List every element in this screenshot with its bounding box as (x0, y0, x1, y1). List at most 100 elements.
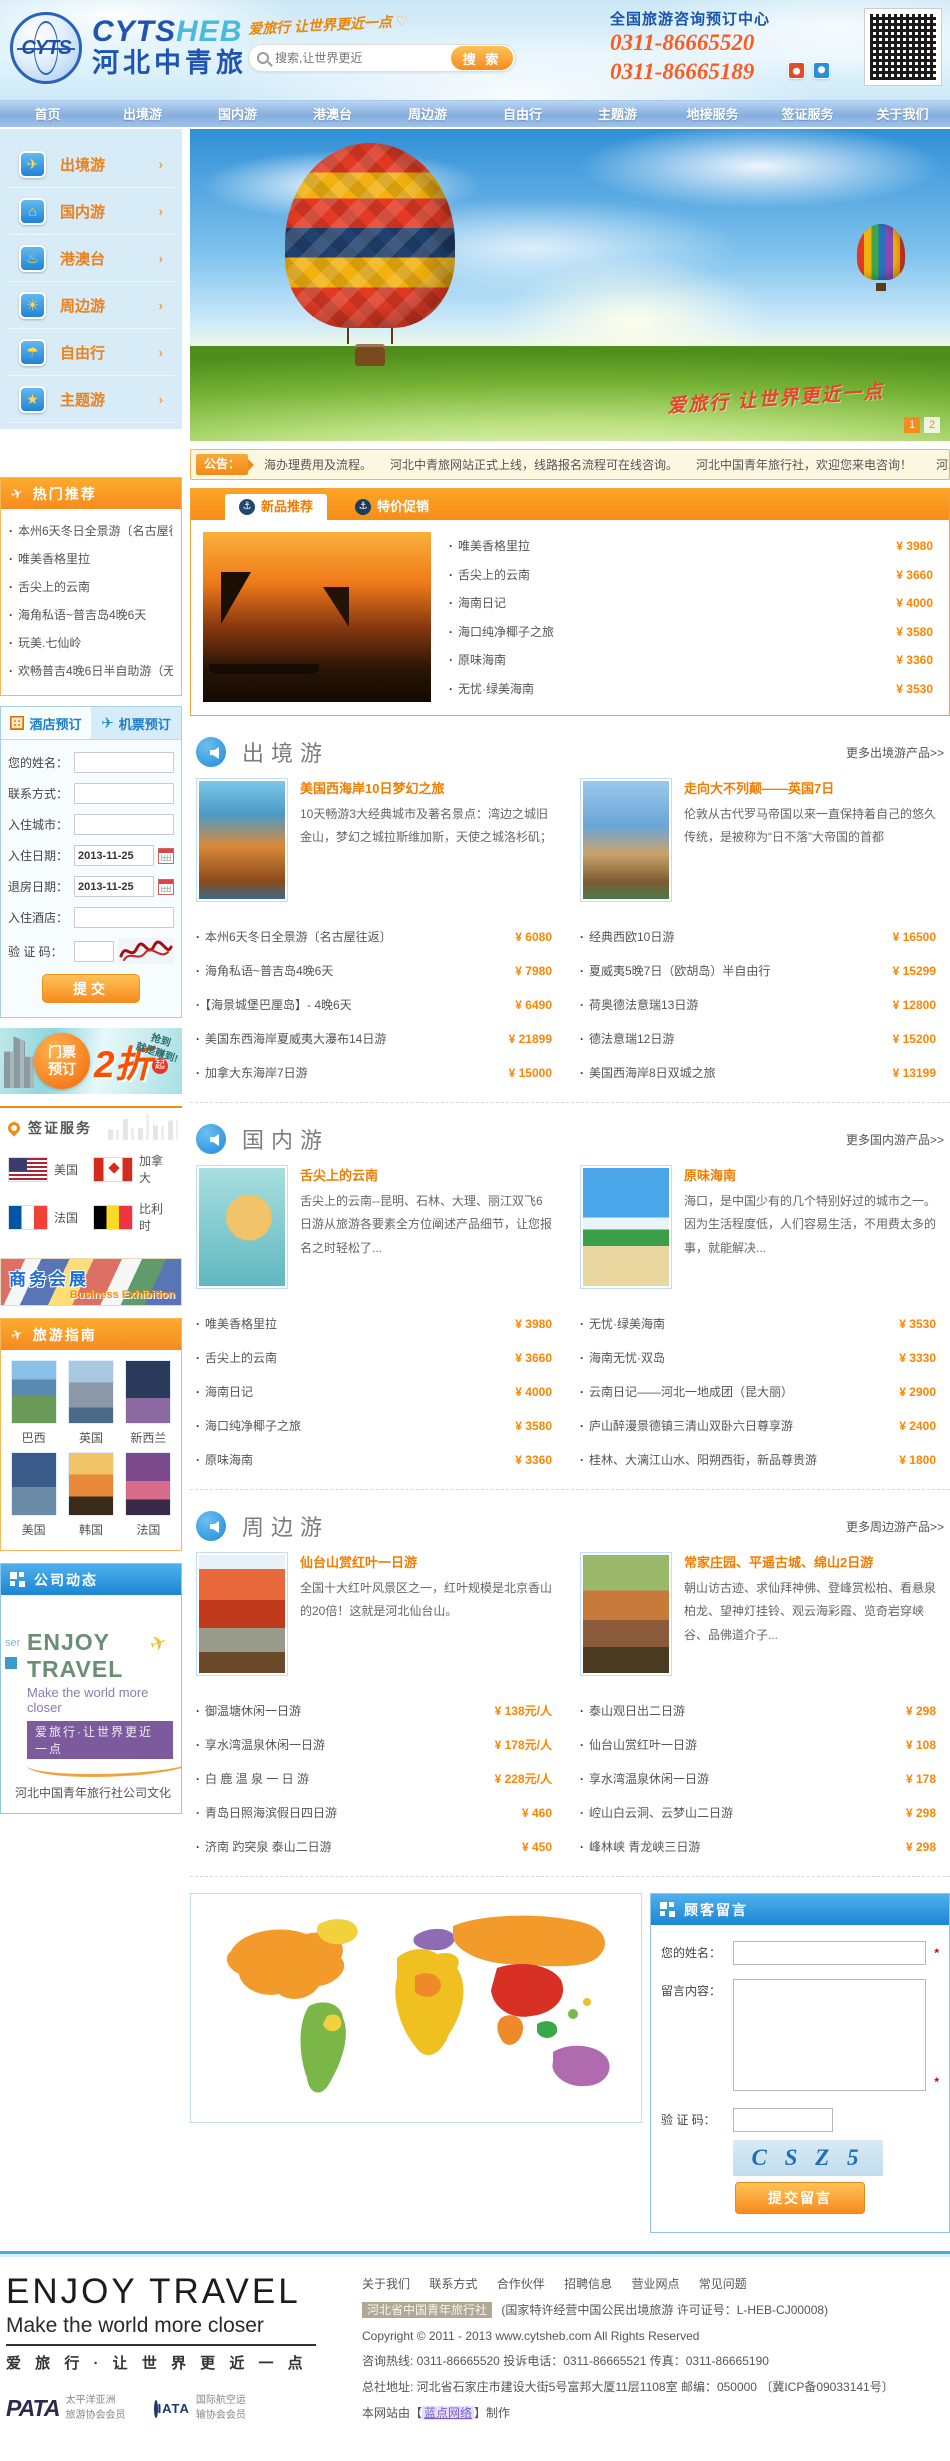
featured-title[interactable]: 常家庄园、平遥古城、绵山2日游 (684, 1552, 936, 1571)
list-item[interactable]: 【海景城堡巴厘岛】- 4晚6天¥ 6490 (196, 988, 552, 1022)
checkin-date-input[interactable] (74, 845, 154, 866)
list-item[interactable]: 仙台山赏红叶一日游¥ 108 (580, 1728, 936, 1762)
list-item[interactable]: 唯美香格里拉¥ 3980 (449, 532, 933, 561)
featured-title[interactable]: 走向大不列颠——英国7日 (684, 778, 936, 797)
list-item[interactable]: 海口纯净椰子之旅¥ 3580 (196, 1409, 552, 1443)
list-item[interactable]: 青岛日照海滨假日四日游¥ 460 (196, 1796, 552, 1830)
footer-link-about[interactable]: 关于我们 (362, 2277, 410, 2291)
side-menu-item-outbound[interactable]: 出境游 › (7, 141, 175, 188)
list-item[interactable]: 荷奥德法意瑞13日游¥ 12800 (580, 988, 936, 1022)
list-item[interactable]: 舌尖上的云南¥ 3660 (196, 1341, 552, 1375)
banner-page-1[interactable]: 1 (904, 417, 920, 433)
visa-item-belgium[interactable]: 比利时 (93, 1200, 174, 1234)
list-item[interactable]: 无忧·绿美海南¥ 3530 (580, 1307, 936, 1341)
list-item[interactable]: 无忧·绿美海南¥ 3530 (449, 675, 933, 704)
nav-item-domestic[interactable]: 国内游 (190, 101, 285, 127)
list-item[interactable]: 舌尖上的云南¥ 3660 (449, 561, 933, 590)
list-item[interactable]: 峰林峡 青龙峡三日游¥ 298 (580, 1830, 936, 1864)
list-item[interactable]: 本州6天冬日全景游〔名古屋往返〕 (9, 517, 173, 545)
visa-item-france[interactable]: 法国 (8, 1200, 89, 1234)
featured-title[interactable]: 美国西海岸10日梦幻之旅 (300, 778, 552, 797)
list-item[interactable]: 海口纯净椰子之旅¥ 3580 (449, 618, 933, 647)
calendar-icon[interactable] (158, 848, 174, 864)
footer-link-branches[interactable]: 营业网点 (631, 2277, 679, 2291)
business-exhibition-banner[interactable]: 商务会展 Business Exhibition (0, 1258, 182, 1306)
list-item[interactable]: 唯美香格里拉¥ 3980 (196, 1307, 552, 1341)
list-item[interactable]: 海角私语~普吉岛4晚6天¥ 7980 (196, 954, 552, 988)
list-item[interactable]: 海南日记¥ 4000 (449, 589, 933, 618)
list-item[interactable]: 德法意瑞12日游¥ 15200 (580, 1022, 936, 1056)
list-item[interactable]: 海角私语~普吉岛4晚6天 (9, 601, 173, 629)
list-item[interactable]: 原味海南¥ 3360 (196, 1443, 552, 1477)
guest-name-input[interactable] (733, 1941, 926, 1965)
weibo-icon[interactable] (788, 62, 805, 79)
nav-item-outbound[interactable]: 出境游 (95, 101, 190, 127)
list-item[interactable]: 玩美.七仙岭 (9, 629, 173, 657)
visa-item-usa[interactable]: 美国 (8, 1152, 89, 1186)
nav-item-visa-service[interactable]: 签证服务 (760, 101, 855, 127)
booking-captcha-input[interactable] (74, 941, 114, 962)
tab-new-products[interactable]: ⚓ 新品推荐 (225, 494, 327, 520)
more-outbound-link[interactable]: 更多出境游产品>> (846, 744, 944, 761)
guide-item-usa[interactable]: 美国 (7, 1452, 60, 1538)
list-item[interactable]: 庐山醉漫景德镇三清山双卧六日尊享游¥ 2400 (580, 1409, 936, 1443)
nav-item-theme[interactable]: 主题游 (570, 101, 665, 127)
guide-item-new-zealand[interactable]: 新西兰 (122, 1360, 175, 1446)
featured-photo[interactable] (580, 778, 672, 902)
list-item[interactable]: 海南无忧·双岛¥ 3330 (580, 1341, 936, 1375)
list-item[interactable]: 欢畅普吉4晚6日半自助游（无购物） (9, 657, 173, 685)
company-culture-link[interactable]: 河北中国青年旅行社公司文化 (15, 1784, 171, 1801)
nav-item-independent[interactable]: 自由行 (475, 101, 570, 127)
more-nearby-link[interactable]: 更多周边游产品>> (846, 1518, 944, 1535)
nav-item-nearby[interactable]: 周边游 (380, 101, 475, 127)
hotel-name-input[interactable] (74, 907, 174, 928)
footer-link-faq[interactable]: 常见问题 (699, 2277, 747, 2291)
footer-link-jobs[interactable]: 招聘信息 (564, 2277, 612, 2291)
tab-special-offers[interactable]: ⚓ 特价促销 (341, 494, 443, 520)
side-menu-item-independent[interactable]: 自由行 › (7, 329, 175, 376)
side-menu-item-domestic[interactable]: 国内游 › (7, 188, 175, 235)
featured-photo[interactable] (196, 1165, 288, 1289)
list-item[interactable]: 本州6天冬日全景游〔名古屋往返〕¥ 6080 (196, 920, 552, 954)
guide-item-uk[interactable]: 英国 (64, 1360, 117, 1446)
list-item[interactable]: 济南 趵突泉 泰山二日游¥ 450 (196, 1830, 552, 1864)
guestbook-captcha-input[interactable] (733, 2108, 833, 2132)
banner-page-2[interactable]: 2 (924, 417, 940, 433)
featured-photo[interactable] (196, 1552, 288, 1676)
list-item[interactable]: 享水湾温泉休闲一日游¥ 178 (580, 1762, 936, 1796)
featured-photo[interactable] (580, 1552, 672, 1676)
side-menu-item-theme[interactable]: 主题游 › (7, 376, 175, 423)
nav-item-about[interactable]: 关于我们 (855, 101, 950, 127)
featured-photo[interactable] (196, 778, 288, 902)
nav-item-home[interactable]: 首页 (0, 101, 95, 127)
more-domestic-link[interactable]: 更多国内游产品>> (846, 1131, 944, 1148)
guide-item-korea[interactable]: 韩国 (64, 1452, 117, 1538)
booking-captcha-image[interactable] (118, 938, 174, 964)
guide-item-france[interactable]: 法国 (122, 1452, 175, 1538)
visa-item-canada[interactable]: 加拿大 (93, 1152, 174, 1186)
side-menu-item-hkmotw[interactable]: 港澳台 › (7, 235, 175, 282)
list-item[interactable]: 桂林、大漓江山水、阳朔西街，新品尊贵游¥ 1800 (580, 1443, 936, 1477)
list-item[interactable]: 经典西欧10日游¥ 16500 (580, 920, 936, 954)
tab-hotel-booking[interactable]: 酒店预订 (1, 707, 91, 739)
nav-item-hkmotw[interactable]: 港澳台 (285, 101, 380, 127)
scroll-handle[interactable] (5, 1657, 17, 1669)
list-item[interactable]: 夏威夷5晚7日（欧胡岛）半自由行¥ 15299 (580, 954, 936, 988)
list-item[interactable]: 崆山白云洞、云梦山二日游¥ 298 (580, 1796, 936, 1830)
list-item[interactable]: 加拿大东海岸7日游¥ 15000 (196, 1056, 552, 1090)
booking-submit-button[interactable]: 提交 (42, 974, 140, 1003)
list-item[interactable]: 美国东西海岸夏威夷大瀑布14日游¥ 21899 (196, 1022, 552, 1056)
guest-name-input[interactable] (74, 752, 174, 773)
search-button[interactable]: 搜 索 (451, 46, 513, 70)
list-item[interactable]: 唯美香格里拉 (9, 545, 173, 573)
footer-link-partners[interactable]: 合作伙伴 (497, 2277, 545, 2291)
featured-title[interactable]: 仙台山赏红叶一日游 (300, 1552, 552, 1571)
list-item[interactable]: 泰山观日出二日游¥ 298 (580, 1694, 936, 1728)
checkin-city-input[interactable] (74, 814, 174, 835)
featured-photo[interactable] (580, 1165, 672, 1289)
list-item[interactable]: 御温塘休闲一日游¥ 138元/人 (196, 1694, 552, 1728)
checkout-date-input[interactable] (74, 876, 154, 897)
featured-title[interactable]: 原味海南 (684, 1165, 936, 1184)
qzone-icon[interactable] (813, 62, 830, 79)
list-item[interactable]: 美国西海岸8日双城之旅¥ 13199 (580, 1056, 936, 1090)
